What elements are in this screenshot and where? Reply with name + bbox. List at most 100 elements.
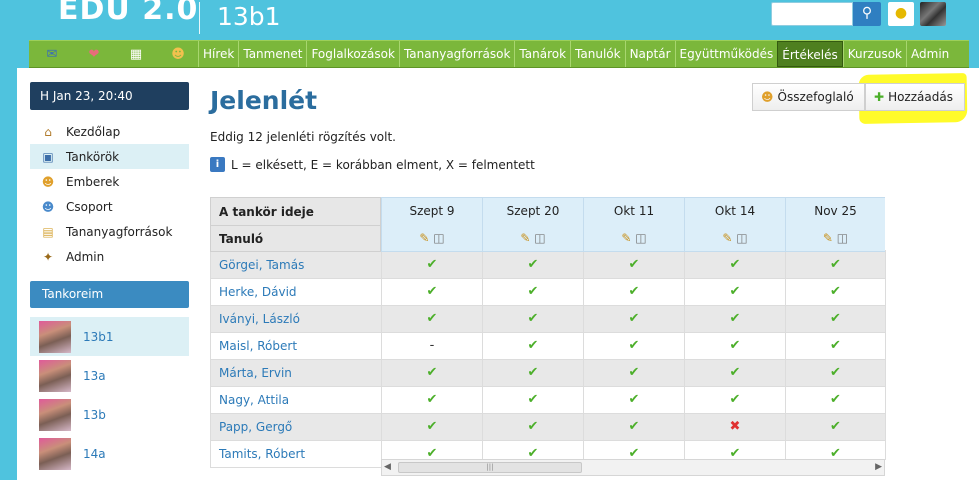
nav-item-tanmenet[interactable]: Tanmenet <box>238 41 306 67</box>
attendance-row: ✔ ✔ ✔ ✔ ✔ <box>381 252 885 279</box>
mail-icon[interactable]: ✉ <box>33 41 71 67</box>
present-check-icon[interactable]: ✔ <box>785 387 885 413</box>
sidebar-item-csoport[interactable]: ☻ Csoport <box>30 194 189 219</box>
present-check-icon[interactable]: ✔ <box>684 306 785 332</box>
present-check-icon[interactable]: ✔ <box>684 387 785 413</box>
present-check-icon[interactable]: ✔ <box>482 333 583 359</box>
present-check-icon[interactable]: ✔ <box>583 279 684 305</box>
sidebar-menu: ⌂ Kezdőlap ▣ Tankörök ☻ Emberek ☻ Csopor… <box>30 119 189 269</box>
nav-item-admin[interactable]: Admin <box>906 41 953 67</box>
edit-icon[interactable]: ✎ <box>621 225 631 251</box>
present-check-icon[interactable]: ✔ <box>785 333 885 359</box>
present-check-icon[interactable]: ✔ <box>381 387 482 413</box>
course-item-14a[interactable]: 14a <box>30 434 189 473</box>
search-button[interactable]: ⚲ <box>853 2 881 26</box>
logo[interactable]: EDU 2.0 <box>58 0 198 27</box>
present-check-icon[interactable]: ✔ <box>583 306 684 332</box>
nav-item-ertekeles[interactable]: Értékelés <box>777 41 843 67</box>
present-check-icon[interactable]: ✔ <box>381 306 482 332</box>
sidebar-item-tankorok[interactable]: ▣ Tankörök <box>30 144 189 169</box>
column-actions: ✎ ◫ <box>482 225 583 251</box>
edit-icon[interactable]: ✎ <box>419 225 429 251</box>
edit-icon[interactable]: ✎ <box>520 225 530 251</box>
nav-item-tananyagforrasok[interactable]: Tananyagforrások <box>398 41 514 67</box>
student-name[interactable]: Márta, Ervin <box>210 360 381 387</box>
attendance-empty[interactable]: - <box>381 333 482 359</box>
present-check-icon[interactable]: ✔ <box>785 252 885 278</box>
person-icon: ☻ <box>41 174 55 189</box>
lightbulb-button[interactable]: ● <box>888 2 914 26</box>
nav-item-foglalkozasok[interactable]: Foglalkozások <box>306 41 399 67</box>
trash-icon[interactable]: ◫ <box>837 225 848 251</box>
student-name[interactable]: Nagy, Attila <box>210 387 381 414</box>
present-check-icon[interactable]: ✔ <box>381 360 482 386</box>
column-actions: ✎ ◫ <box>381 225 482 251</box>
sidebar-item-admin[interactable]: ✦ Admin <box>30 244 189 269</box>
users-icon[interactable]: ☻ <box>159 41 197 67</box>
calendar-icon[interactable]: ▦ <box>117 41 155 67</box>
nav-item-tanulok[interactable]: Tanulók <box>570 41 625 67</box>
trash-icon[interactable]: ◫ <box>534 225 545 251</box>
present-check-icon[interactable]: ✔ <box>684 252 785 278</box>
student-name[interactable]: Tamits, Róbert <box>210 441 381 468</box>
present-check-icon[interactable]: ✔ <box>684 333 785 359</box>
present-check-icon[interactable]: ✔ <box>381 414 482 440</box>
present-check-icon[interactable]: ✔ <box>583 333 684 359</box>
present-check-icon[interactable]: ✔ <box>482 387 583 413</box>
present-check-icon[interactable]: ✔ <box>482 414 583 440</box>
present-check-icon[interactable]: ✔ <box>785 279 885 305</box>
student-name[interactable]: Görgei, Tamás <box>210 252 381 279</box>
nav-item-tanarok[interactable]: Tanárok <box>514 41 570 67</box>
sidebar-item-tananyagforrasok[interactable]: ▤ Tananyagforrások <box>30 219 189 244</box>
scroll-left-icon[interactable]: ◀ <box>384 462 391 472</box>
present-check-icon[interactable]: ✔ <box>785 360 885 386</box>
present-check-icon[interactable]: ✔ <box>785 306 885 332</box>
scroll-right-icon[interactable]: ▶ <box>875 462 882 472</box>
present-check-icon[interactable]: ✔ <box>583 360 684 386</box>
nav-item-naptar[interactable]: Naptár <box>624 41 675 67</box>
trash-icon[interactable]: ◫ <box>635 225 646 251</box>
scrollbar-thumb[interactable]: ||| <box>398 462 582 473</box>
present-check-icon[interactable]: ✔ <box>583 387 684 413</box>
student-name[interactable]: Herke, Dávid <box>210 279 381 306</box>
heart-icon[interactable]: ❤ <box>75 41 113 67</box>
present-check-icon[interactable]: ✔ <box>785 414 885 440</box>
present-check-icon[interactable]: ✔ <box>381 252 482 278</box>
student-name[interactable]: Papp, Gergő <box>210 414 381 441</box>
course-item-13b[interactable]: 13b <box>30 395 189 434</box>
user-avatar[interactable] <box>920 2 946 26</box>
present-check-icon[interactable]: ✔ <box>583 252 684 278</box>
present-check-icon[interactable]: ✔ <box>583 414 684 440</box>
legend-text: L = elkésett, E = korábban elment, X = f… <box>231 157 535 172</box>
present-check-icon[interactable]: ✔ <box>381 279 482 305</box>
present-check-icon[interactable]: ✔ <box>684 279 785 305</box>
course-item-13b1[interactable]: 13b1 <box>30 317 189 356</box>
group-icon: ☻ <box>41 199 55 214</box>
summary-button[interactable]: ☻ Összefoglaló <box>752 83 865 111</box>
table-right-edge <box>885 250 895 460</box>
nav-item-kurzusok[interactable]: Kurzusok <box>842 41 906 67</box>
nav-item-egyuttmukodes[interactable]: Együttműködés <box>674 41 778 67</box>
nav-item-hirek[interactable]: Hírek <box>198 41 238 67</box>
present-check-icon[interactable]: ✔ <box>482 360 583 386</box>
date-header: Nov 25 <box>785 198 885 225</box>
present-check-icon[interactable]: ✔ <box>482 252 583 278</box>
course-item-13a[interactable]: 13a <box>30 356 189 395</box>
add-button[interactable]: ✚ Hozzáadás <box>865 83 965 111</box>
edit-icon[interactable]: ✎ <box>823 225 833 251</box>
edit-icon[interactable]: ✎ <box>722 225 732 251</box>
search-input[interactable] <box>771 2 853 26</box>
trash-icon[interactable]: ◫ <box>736 225 747 251</box>
sidebar-item-kezdolap[interactable]: ⌂ Kezdőlap <box>30 119 189 144</box>
attendance-table-grid: Szept 9 Szept 20 Okt 11 Okt 14 Nov 25 ✎ … <box>381 197 885 468</box>
present-check-icon[interactable]: ✔ <box>482 306 583 332</box>
student-name[interactable]: Maisl, Róbert <box>210 333 381 360</box>
student-name[interactable]: Iványi, László <box>210 306 381 333</box>
horizontal-scrollbar[interactable]: ◀ ||| ▶ <box>381 459 885 476</box>
sidebar-item-emberek[interactable]: ☻ Emberek <box>30 169 189 194</box>
absent-x-icon[interactable]: ✖ <box>684 414 785 440</box>
trash-icon[interactable]: ◫ <box>433 225 444 251</box>
present-check-icon[interactable]: ✔ <box>482 279 583 305</box>
sidebar-item-label: Csoport <box>66 199 113 214</box>
present-check-icon[interactable]: ✔ <box>684 360 785 386</box>
